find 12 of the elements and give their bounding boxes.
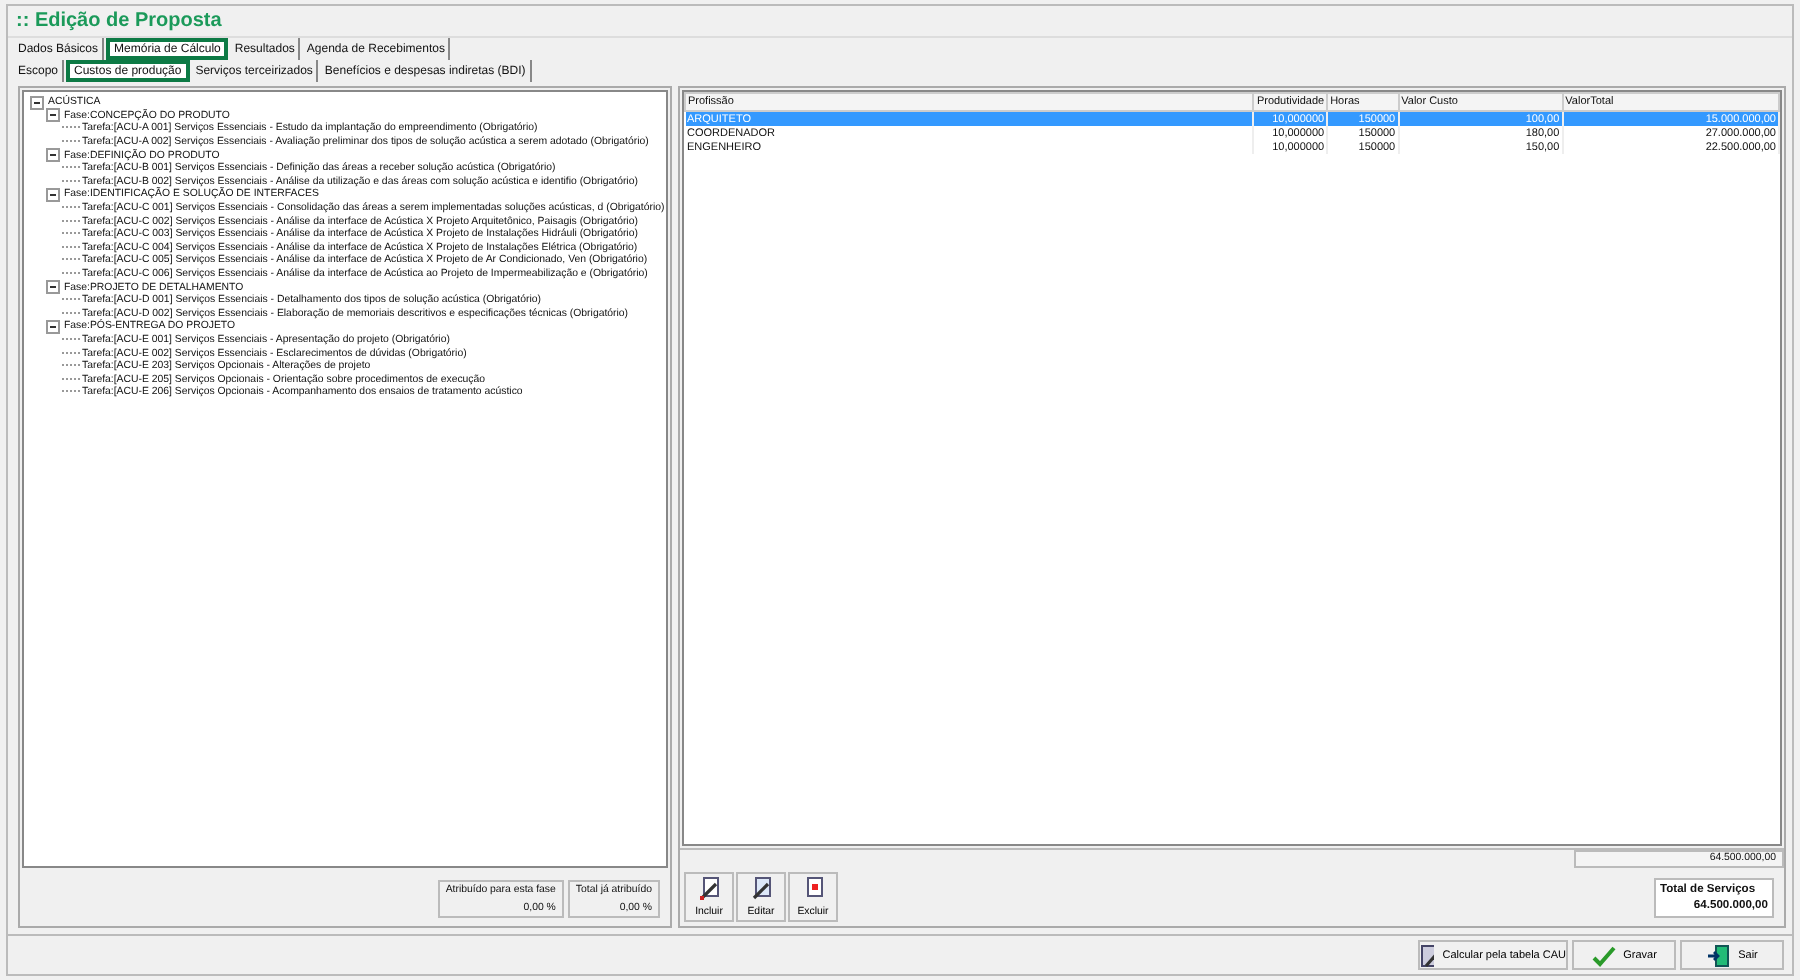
exit-door-icon bbox=[1706, 943, 1731, 967]
document-pen-icon bbox=[697, 876, 721, 900]
checkmark-icon bbox=[1591, 943, 1616, 967]
collapse-icon[interactable] bbox=[30, 95, 44, 110]
collapse-icon[interactable] bbox=[46, 187, 60, 202]
collapse-icon[interactable] bbox=[46, 108, 60, 123]
collapse-icon[interactable] bbox=[46, 148, 60, 163]
document-pen-icon bbox=[749, 876, 773, 900]
collapse-icon[interactable] bbox=[46, 280, 60, 295]
window-title: :: Edição de Proposta bbox=[16, 10, 222, 32]
document-icon bbox=[801, 876, 825, 900]
collapse-icon[interactable] bbox=[46, 319, 60, 334]
